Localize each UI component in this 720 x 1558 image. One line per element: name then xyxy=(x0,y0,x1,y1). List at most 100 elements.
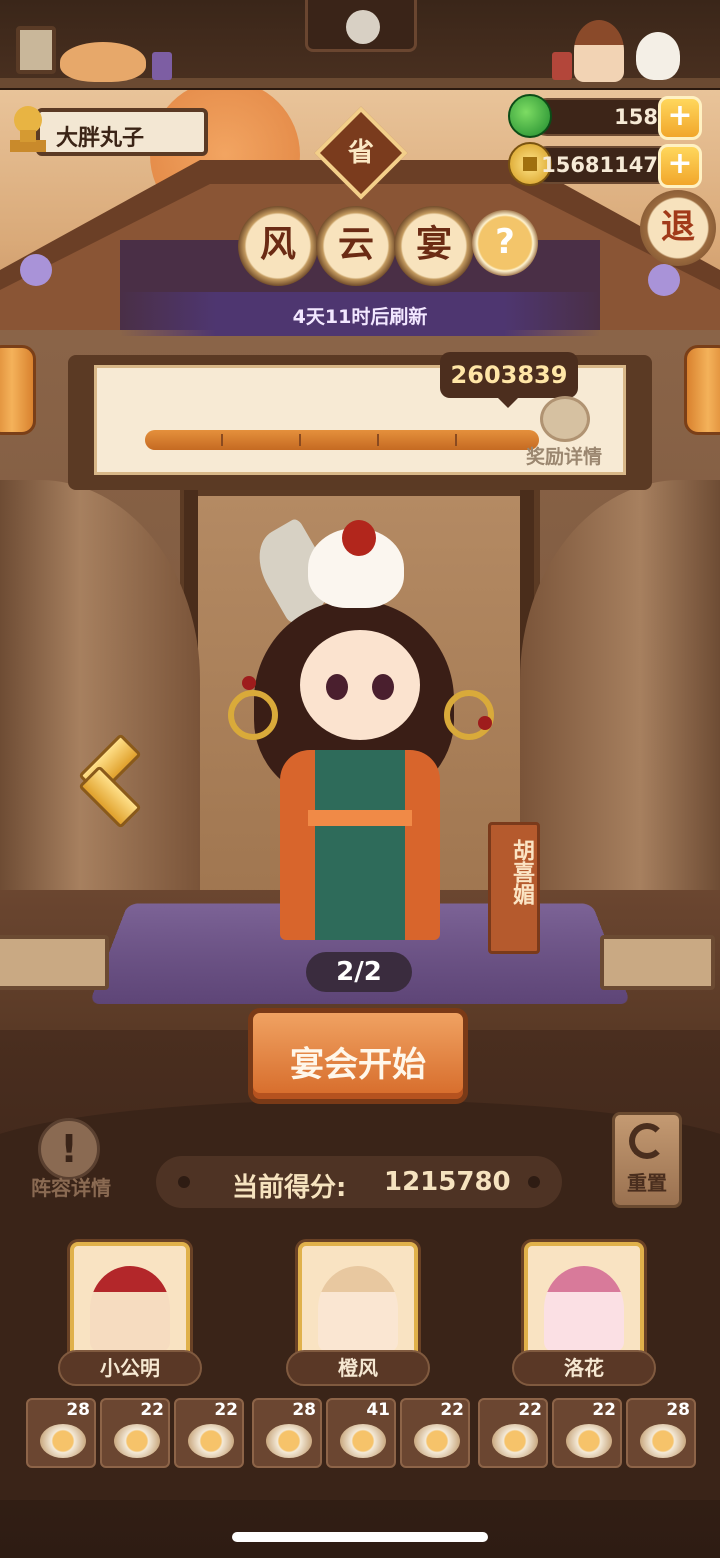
character-sprite[interactable] xyxy=(228,517,494,940)
dish-count: 22 xyxy=(214,1400,238,1420)
hero-card-2[interactable] xyxy=(298,1242,418,1362)
score-bar-dot xyxy=(178,1176,190,1188)
raccoon-face-icon xyxy=(346,10,380,44)
add-jade-button[interactable]: + xyxy=(658,96,702,140)
orange-cat-icon xyxy=(60,42,146,82)
jade-currency: 158 + xyxy=(508,94,702,140)
hair-ornament-left xyxy=(228,690,278,740)
dish-count: 22 xyxy=(592,1400,616,1420)
dish-icon xyxy=(188,1424,234,1458)
lantern-left xyxy=(0,345,36,435)
hero-portrait xyxy=(544,1266,624,1352)
dish-slot[interactable]: 28 xyxy=(626,1398,696,1468)
character-page-indicator: 2/2 xyxy=(306,952,412,992)
province-label: 省 xyxy=(347,138,374,168)
jade-icon xyxy=(508,94,552,138)
title-char-3: 宴 xyxy=(394,206,474,286)
dish-count: 22 xyxy=(140,1400,164,1420)
hero-name-2: 橙风 xyxy=(286,1350,430,1386)
dish-count: 28 xyxy=(66,1400,90,1420)
dish-count: 28 xyxy=(666,1400,690,1420)
dish-icon xyxy=(492,1424,538,1458)
character-name-tag: 胡喜媚 xyxy=(488,822,540,954)
dish-slot[interactable]: 28 xyxy=(26,1398,96,1468)
current-score-bar: 当前得分: 1215780 xyxy=(156,1156,562,1208)
score-progress-bar xyxy=(145,430,539,450)
chicken-hat xyxy=(308,520,404,608)
recycle-icon xyxy=(629,1123,665,1159)
reward-chest-icon[interactable] xyxy=(540,396,590,442)
hero-card-1[interactable] xyxy=(70,1242,190,1362)
white-cat-icon xyxy=(636,32,680,80)
home-indicator[interactable] xyxy=(232,1532,488,1542)
start-banquet-label: 宴会开始 xyxy=(290,1045,426,1085)
dish-count: 22 xyxy=(440,1400,464,1420)
player-name: 大胖丸子 xyxy=(56,126,145,151)
dish-icon xyxy=(340,1424,386,1458)
coin-currency: 15681147 + xyxy=(508,142,702,188)
progress-tick xyxy=(299,434,301,446)
character-sash xyxy=(308,810,412,826)
hero-portrait xyxy=(90,1266,170,1352)
progress-tick xyxy=(455,434,457,446)
top-sign xyxy=(305,0,417,52)
progress-tick xyxy=(221,434,223,446)
dish-icon xyxy=(40,1424,86,1458)
current-score-label: 当前得分: xyxy=(232,1173,347,1203)
character-eye xyxy=(372,674,394,700)
dish-icon xyxy=(640,1424,686,1458)
character-robe xyxy=(280,750,440,940)
reset-button[interactable]: 重置 xyxy=(612,1112,682,1208)
score-progress-fill xyxy=(145,430,539,450)
dish-icon xyxy=(114,1424,160,1458)
progress-tick xyxy=(377,434,379,446)
kid-figure-icon xyxy=(574,20,624,82)
refresh-text: 4天11时后刷新 xyxy=(292,306,428,328)
exit-button[interactable]: 退 xyxy=(640,190,716,266)
side-table-right xyxy=(600,935,715,990)
prev-character-arrow-icon[interactable] xyxy=(70,730,136,820)
dish-slot[interactable]: 28 xyxy=(252,1398,322,1468)
hair-ornament-right xyxy=(444,690,494,740)
jar-icon xyxy=(152,52,172,80)
target-score-bubble: 2603839 xyxy=(440,352,578,408)
dish-slot[interactable]: 41 xyxy=(326,1398,396,1468)
refresh-timer: 4天11时后刷新 xyxy=(120,292,600,336)
dish-count: 28 xyxy=(292,1400,316,1420)
hero-name-1: 小公明 xyxy=(58,1350,202,1386)
player-name-plate[interactable]: 大胖丸子 xyxy=(36,108,208,156)
hairpin-bead xyxy=(242,676,256,690)
trophy-icon xyxy=(10,106,46,152)
character-face xyxy=(300,630,420,740)
coin-amount: 15681147 xyxy=(541,153,658,177)
dish-slot[interactable]: 22 xyxy=(100,1398,170,1468)
reward-details-label[interactable]: 奖励详情 xyxy=(526,442,602,469)
dish-icon xyxy=(414,1424,460,1458)
current-score-value: 1215780 xyxy=(384,1167,511,1197)
start-banquet-button[interactable]: 宴会开始 xyxy=(248,1008,468,1104)
dish-icon xyxy=(266,1424,312,1458)
help-button[interactable]: ? xyxy=(472,210,538,276)
lantern-right xyxy=(684,345,720,435)
dish-icon xyxy=(566,1424,612,1458)
title-char-1: 风 xyxy=(238,206,318,286)
lineup-details-icon[interactable]: ! xyxy=(38,1118,100,1180)
character-eye xyxy=(326,674,348,700)
dish-count: 22 xyxy=(518,1400,542,1420)
jar-icon xyxy=(552,52,572,80)
add-coin-button[interactable]: + xyxy=(658,144,702,188)
dish-slot[interactable]: 22 xyxy=(174,1398,244,1468)
game-scene: 大胖丸子 158 + 15681147 + 退 省 风 云 宴 ? 4天11时后… xyxy=(0,0,720,1558)
reset-label: 重置 xyxy=(627,1171,667,1195)
hero-card-3[interactable] xyxy=(524,1242,644,1362)
photo-frame-icon[interactable] xyxy=(16,26,56,74)
lineup-details-button[interactable]: 阵容详情 xyxy=(16,1172,126,1201)
dish-slot[interactable]: 22 xyxy=(478,1398,548,1468)
dish-count: 41 xyxy=(366,1400,390,1420)
hero-name-3: 洛花 xyxy=(512,1350,656,1386)
dish-slot[interactable]: 22 xyxy=(552,1398,622,1468)
character-name: 胡喜媚 xyxy=(509,839,534,905)
title-char-2: 云 xyxy=(316,206,396,286)
dish-slot[interactable]: 22 xyxy=(400,1398,470,1468)
score-bar-dot xyxy=(528,1176,540,1188)
